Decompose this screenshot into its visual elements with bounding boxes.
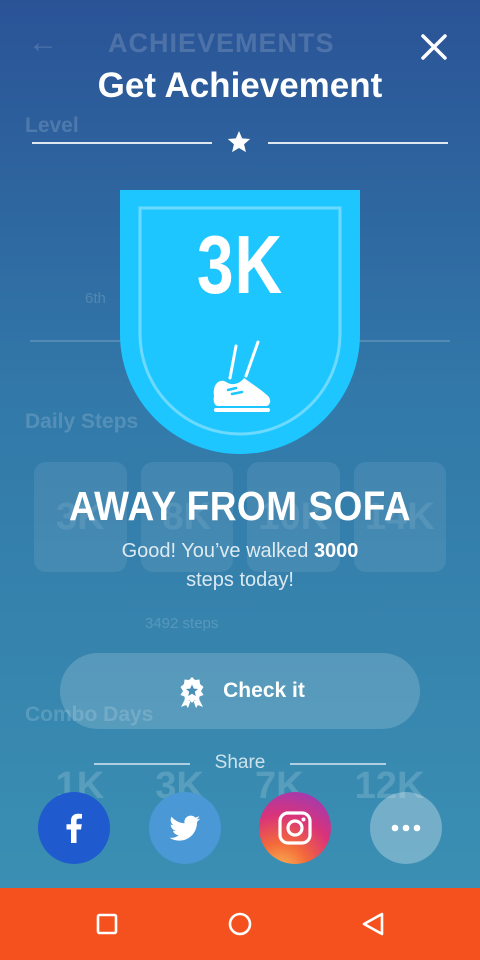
share-facebook-button[interactable]: [38, 792, 110, 864]
description-suffix: steps today!: [186, 569, 294, 591]
back-triangle-icon: [362, 912, 384, 936]
twitter-icon: [169, 815, 200, 841]
dialog-title: Get Achievement: [97, 66, 383, 105]
share-twitter-button[interactable]: [149, 792, 221, 864]
shoe-icon: [213, 340, 271, 412]
close-button[interactable]: [413, 26, 455, 68]
share-divider-left: [94, 763, 190, 765]
back-arrow-icon: ←: [28, 26, 58, 59]
share-label: Share: [214, 752, 266, 773]
more-icon: [391, 824, 421, 832]
share-instagram-button[interactable]: [259, 792, 331, 864]
background-section-level: Level: [25, 114, 79, 137]
home-circle-icon: [228, 912, 252, 936]
share-more-button[interactable]: [370, 792, 442, 864]
close-icon: [421, 34, 447, 60]
home-button[interactable]: [218, 902, 262, 946]
back-button[interactable]: [351, 902, 395, 946]
recents-square-icon: [96, 913, 118, 935]
background-level-label: 6th: [85, 290, 106, 307]
medal-icon: [180, 677, 204, 708]
achievement-badge: 3K: [120, 190, 360, 454]
description-prefix: Good! You’ve walked: [121, 540, 309, 562]
check-it-button[interactable]: Check it: [60, 653, 420, 729]
star-icon: [227, 130, 251, 153]
share-divider-right: [290, 763, 386, 765]
recents-button[interactable]: [85, 902, 129, 946]
check-it-label: Check it: [223, 679, 305, 702]
title-divider-right: [268, 142, 448, 144]
background-steps-count: 3492 steps: [145, 615, 219, 632]
facebook-icon: [66, 813, 82, 843]
badge-label: 3K: [196, 217, 284, 311]
achievement-screen: ← ACHIEVEMENTS Level 6th Daily Steps 3K …: [0, 0, 480, 888]
system-navigation-bar: [0, 888, 480, 960]
achievement-name: AWAY FROM SOFA: [68, 483, 412, 529]
title-divider-left: [32, 142, 212, 144]
achievement-description: Good! You’ve walked 3000 steps today!: [90, 537, 390, 595]
instagram-icon: [278, 811, 312, 845]
description-steps-value: 3000: [313, 540, 359, 562]
background-page-title: ACHIEVEMENTS: [108, 28, 335, 58]
